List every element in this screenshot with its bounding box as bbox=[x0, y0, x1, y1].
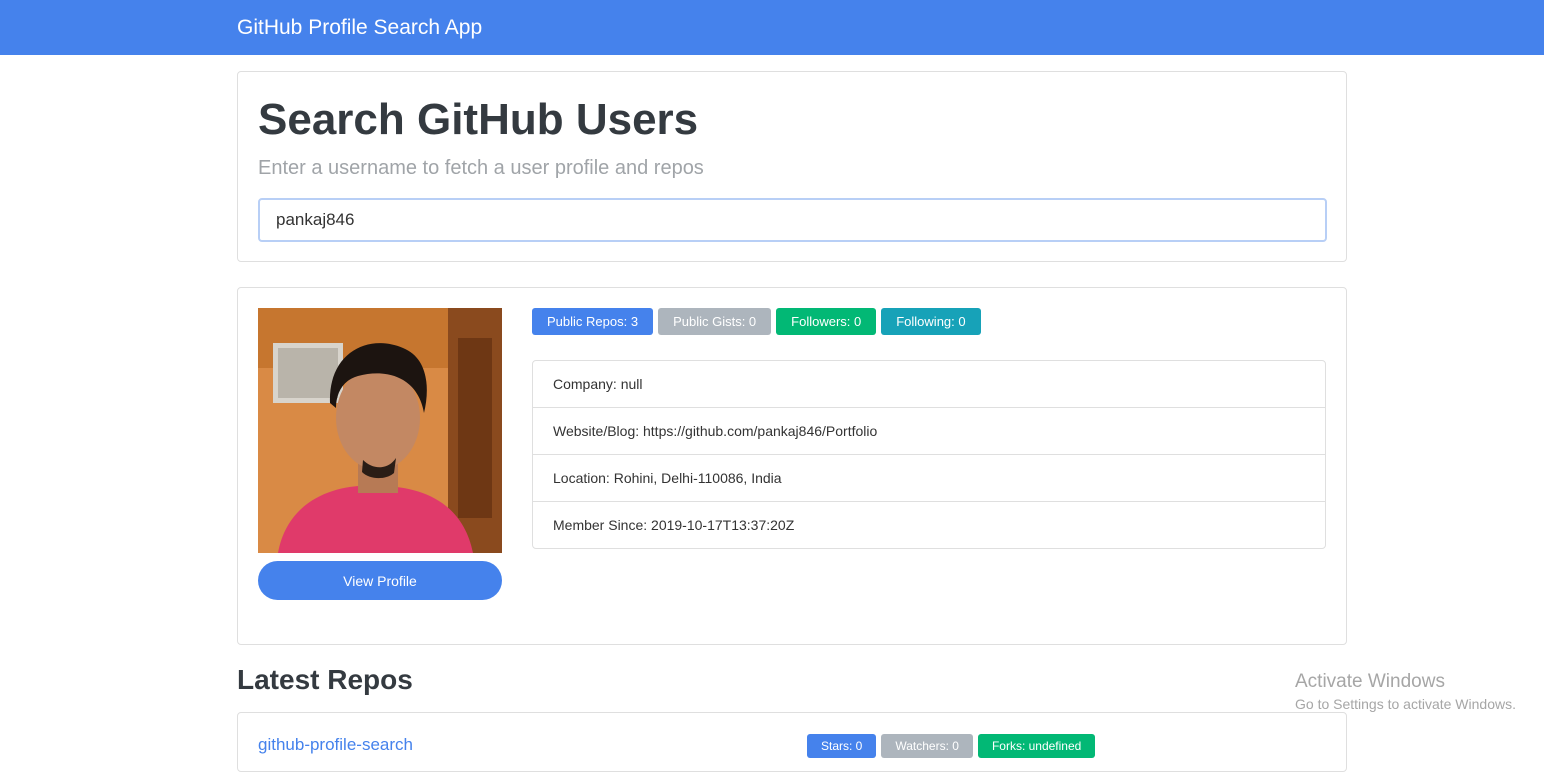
profile-card: View Profile Public Repos: 3 Public Gist… bbox=[237, 287, 1347, 645]
activate-windows-watermark: Activate Windows Go to Settings to activ… bbox=[1295, 670, 1516, 714]
repo-stars-badge: Stars: 0 bbox=[807, 734, 877, 758]
app-brand[interactable]: GitHub Profile Search App bbox=[237, 14, 482, 42]
search-card: Search GitHub Users Enter a username to … bbox=[237, 71, 1347, 262]
latest-repos-heading: Latest Repos bbox=[237, 664, 413, 695]
following-badge: Following: 0 bbox=[881, 308, 981, 335]
profile-details-list: Company: null Website/Blog: https://gith… bbox=[532, 360, 1326, 549]
company-item: Company: null bbox=[553, 376, 643, 392]
search-input[interactable] bbox=[258, 198, 1327, 242]
watermark-subtitle: Go to Settings to activate Windows. bbox=[1295, 696, 1516, 712]
website-item: Website/Blog: https://github.com/pankaj8… bbox=[533, 407, 1325, 454]
watermark-title: Activate Windows bbox=[1295, 671, 1445, 692]
repo-watchers-badge: Watchers: 0 bbox=[881, 734, 973, 758]
public-repos-badge: Public Repos: 3 bbox=[532, 308, 654, 335]
repo-forks-badge: Forks: undefined bbox=[977, 734, 1096, 758]
followers-badge: Followers: 0 bbox=[776, 308, 877, 335]
search-lead: Enter a username to fetch a user profile… bbox=[258, 157, 704, 179]
profile-badges: Public Repos: 3 Public Gists: 0 Follower… bbox=[532, 308, 981, 335]
repo-badges: Stars: 0 Watchers: 0 Forks: undefined bbox=[807, 734, 1096, 758]
member-since-item: Member Since: 2019-10-17T13:37:20Z bbox=[533, 501, 1325, 548]
navbar: GitHub Profile Search App bbox=[0, 0, 1544, 55]
view-profile-button[interactable]: View Profile bbox=[258, 561, 502, 600]
location-item: Location: Rohini, Delhi-110086, India bbox=[533, 454, 1325, 501]
public-gists-badge: Public Gists: 0 bbox=[658, 308, 772, 335]
search-heading: Search GitHub Users bbox=[258, 95, 699, 144]
repo-card: github-profile-search Stars: 0 Watchers:… bbox=[237, 712, 1347, 772]
avatar bbox=[258, 308, 502, 553]
repo-link[interactable]: github-profile-search bbox=[258, 735, 413, 755]
avatar-photo bbox=[258, 308, 502, 553]
